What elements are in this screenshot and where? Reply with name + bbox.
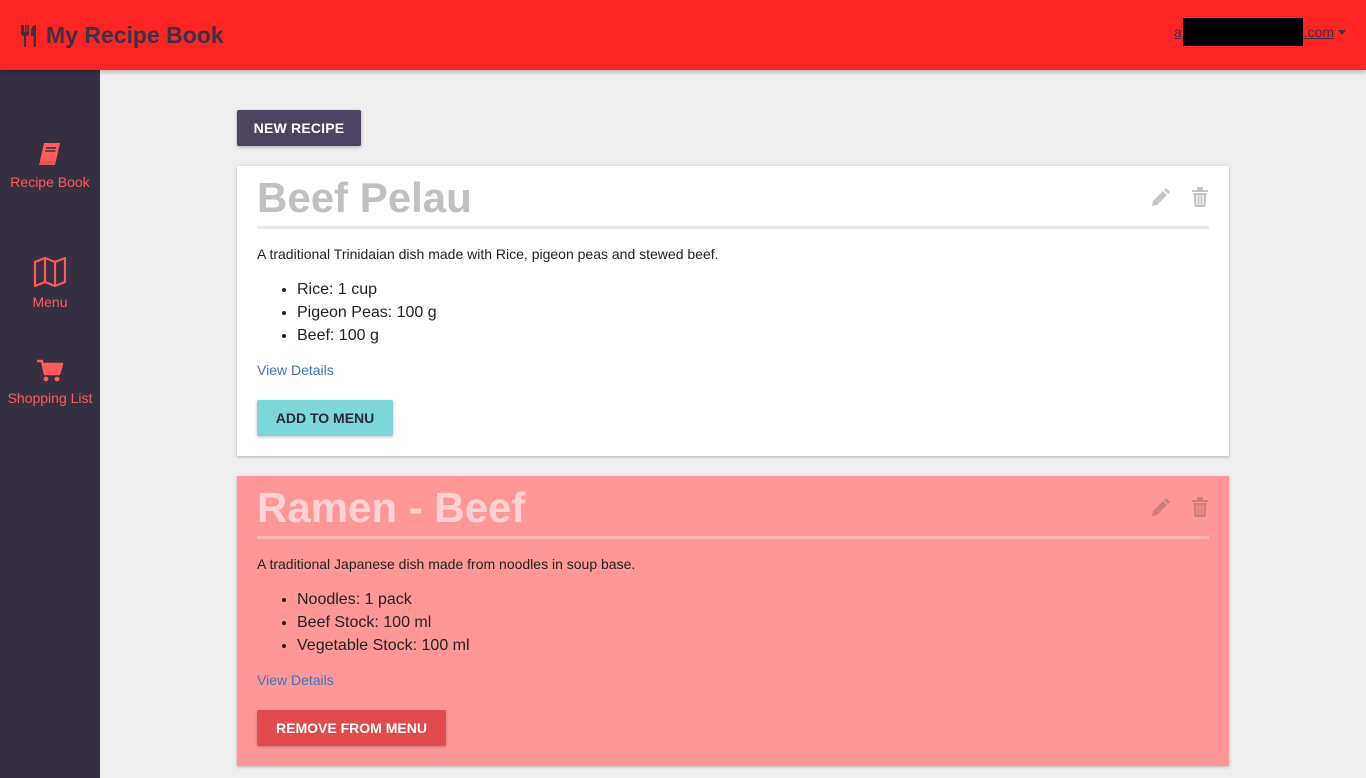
recipe-card: Ramen - Beef A traditional Japanese dish… — [237, 476, 1229, 766]
top-bar: My Recipe Book a .com — [0, 0, 1366, 70]
sidebar-item-label: Shopping List — [7, 390, 93, 406]
ingredient-item: Rice: 1 cup — [297, 278, 437, 301]
book-icon — [39, 143, 60, 165]
title-divider — [257, 226, 1209, 229]
redacted-email — [1182, 18, 1303, 46]
recipe-description: A traditional Japanese dish made from no… — [257, 556, 636, 572]
trash-icon[interactable] — [1190, 496, 1210, 518]
app-title: My Recipe Book — [46, 22, 224, 48]
cart-icon — [37, 359, 64, 382]
brand[interactable]: My Recipe Book — [20, 22, 224, 49]
view-details-link[interactable]: View Details — [257, 362, 334, 378]
map-icon — [33, 256, 67, 288]
sidebar-item-menu[interactable]: Menu — [0, 256, 100, 312]
user-email-suffix: .com — [1303, 24, 1334, 40]
recipe-card: Beef Pelau A traditional Trinidaian dish… — [237, 166, 1229, 456]
ingredient-item: Beef Stock: 100 ml — [297, 611, 470, 634]
new-recipe-button[interactable]: NEW RECIPE — [237, 110, 361, 146]
cutlery-icon — [21, 24, 36, 47]
trash-icon[interactable] — [1190, 186, 1210, 208]
recipe-title: Beef Pelau — [257, 174, 472, 221]
ingredient-item: Beef: 100 g — [297, 324, 437, 347]
ingredient-list: Noodles: 1 pack Beef Stock: 100 ml Veget… — [297, 588, 470, 657]
pencil-icon[interactable] — [1149, 497, 1171, 519]
title-divider — [257, 536, 1209, 539]
ingredient-item: Pigeon Peas: 100 g — [297, 301, 437, 324]
sidebar-item-label: Menu — [32, 294, 68, 310]
user-email-prefix: a — [1173, 24, 1182, 40]
view-details-link[interactable]: View Details — [257, 672, 334, 688]
user-menu[interactable]: a .com — [1174, 18, 1346, 46]
ingredient-item: Noodles: 1 pack — [297, 588, 470, 611]
ingredient-item: Vegetable Stock: 100 ml — [297, 634, 470, 657]
sidebar-item-shopping-list[interactable]: Shopping List — [0, 358, 100, 408]
chevron-down-icon — [1338, 29, 1346, 35]
recipe-title: Ramen - Beef — [257, 484, 526, 531]
sidebar-item-label: Recipe Book — [10, 174, 90, 190]
sidebar-item-recipe-book[interactable]: Recipe Book — [0, 140, 100, 192]
ingredient-list: Rice: 1 cup Pigeon Peas: 100 g Beef: 100… — [297, 278, 437, 347]
recipe-description: A traditional Trinidaian dish made with … — [257, 246, 719, 262]
sidebar: Recipe Book Menu Shopping List — [0, 70, 100, 778]
remove-from-menu-button[interactable]: REMOVE FROM MENU — [257, 710, 446, 746]
add-to-menu-button[interactable]: ADD TO MENU — [257, 400, 393, 436]
pencil-icon[interactable] — [1149, 187, 1171, 209]
